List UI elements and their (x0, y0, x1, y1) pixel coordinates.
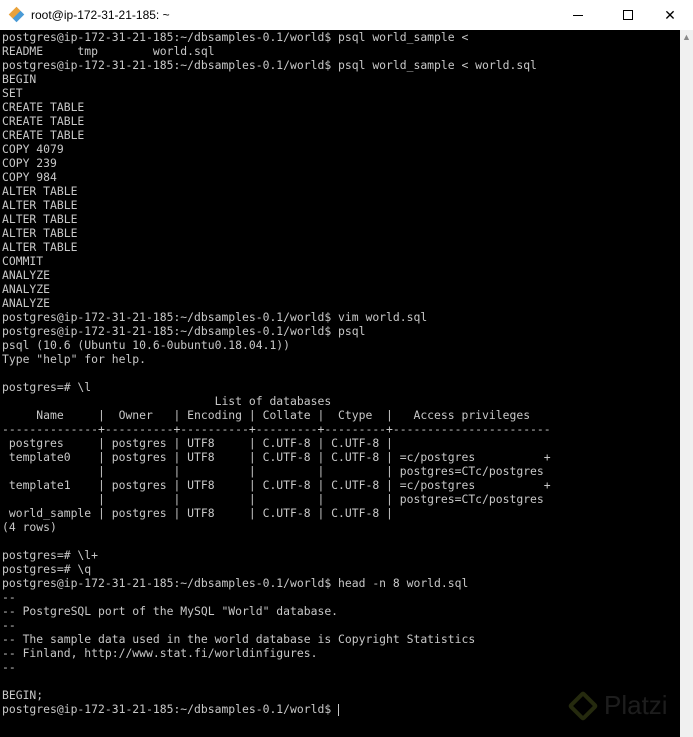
terminal-line: COPY 239 (2, 156, 57, 170)
terminal-line: postgres@ip-172-31-21-185:~/dbsamples-0.… (2, 310, 428, 324)
terminal-line: COPY 984 (2, 170, 57, 184)
terminal-line: postgres | postgres | UTF8 | C.UTF-8 | C… (2, 436, 393, 450)
terminal-line: template1 | postgres | UTF8 | C.UTF-8 | … (2, 478, 551, 492)
terminal-line: ALTER TABLE (2, 198, 78, 212)
minimize-button[interactable] (555, 0, 601, 30)
terminal-line: Name | Owner | Encoding | Collate | Ctyp… (2, 408, 531, 422)
git-bash-icon (8, 6, 25, 23)
terminal-line: ALTER TABLE (2, 212, 78, 226)
platzi-watermark: Platzi (567, 689, 668, 722)
terminal-line: ALTER TABLE (2, 226, 78, 240)
terminal-line: BEGIN (2, 72, 37, 86)
maximize-icon (623, 10, 633, 20)
terminal-line: postgres@ip-172-31-21-185:~/dbsamples-0.… (2, 324, 366, 338)
terminal-line: postgres=# \l+ (2, 548, 99, 562)
terminal-line: -- The sample data used in the world dat… (2, 632, 476, 646)
scrollbar[interactable]: ▲ (680, 30, 693, 737)
terminal-line: postgres=# \l (2, 380, 92, 394)
terminal-line: COPY 4079 (2, 142, 64, 156)
terminal-line: ANALYZE (2, 296, 51, 310)
terminal-output[interactable]: postgres@ip-172-31-21-185:~/dbsamples-0.… (0, 30, 680, 737)
scroll-up-icon[interactable]: ▲ (682, 32, 691, 42)
terminal-line: | | | | | postgres=CTc/postgres (2, 464, 544, 478)
terminal-line: CREATE TABLE (2, 114, 85, 128)
text-cursor (338, 703, 340, 716)
terminal-line: CREATE TABLE (2, 128, 85, 142)
terminal-line: postgres@ip-172-31-21-185:~/dbsamples-0.… (2, 58, 537, 72)
terminal-line: CREATE TABLE (2, 100, 85, 114)
terminal-line: --------------+----------+----------+---… (2, 422, 551, 436)
terminal-line: ANALYZE (2, 282, 51, 296)
terminal-line: | | | | | postgres=CTc/postgres (2, 492, 544, 506)
terminal-line: (4 rows) (2, 520, 57, 534)
terminal-line: postgres@ip-172-31-21-185:~/dbsamples-0.… (2, 30, 469, 44)
minimize-icon (573, 14, 583, 16)
title-bar: root@ip-172-31-21-185: ~ ✕ (0, 0, 693, 30)
prompt: postgres@ip-172-31-21-185:~/dbsamples-0.… (2, 702, 339, 716)
terminal-line: postgres=# \q (2, 562, 92, 576)
maximize-button[interactable] (605, 0, 651, 30)
terminal-line: -- (2, 660, 16, 674)
terminal-line: postgres@ip-172-31-21-185:~/dbsamples-0.… (2, 576, 469, 590)
close-icon: ✕ (664, 6, 676, 23)
terminal-line: -- Finland, http://www.stat.fi/worldinfi… (2, 646, 318, 660)
terminal-line: SET (2, 86, 23, 100)
window-title: root@ip-172-31-21-185: ~ (31, 8, 170, 22)
terminal-line: ANALYZE (2, 268, 51, 282)
terminal-line: -- (2, 618, 16, 632)
terminal-line: ALTER TABLE (2, 184, 78, 198)
close-button[interactable]: ✕ (647, 0, 693, 30)
terminal-line: List of databases (2, 394, 332, 408)
watermark-text: Platzi (604, 690, 668, 720)
terminal-line: template0 | postgres | UTF8 | C.UTF-8 | … (2, 450, 551, 464)
terminal-line: ALTER TABLE (2, 240, 78, 254)
terminal-line: Type "help" for help. (2, 352, 147, 366)
terminal-line: world_sample | postgres | UTF8 | C.UTF-8… (2, 506, 393, 520)
terminal-line: COMMIT (2, 254, 44, 268)
terminal-line: psql (10.6 (Ubuntu 10.6-0ubuntu0.18.04.1… (2, 338, 291, 352)
terminal-line: -- PostgreSQL port of the MySQL "World" … (2, 604, 339, 618)
terminal-line: README tmp world.sql (2, 44, 215, 58)
platzi-logo-icon (567, 689, 599, 722)
terminal-line: -- (2, 590, 16, 604)
